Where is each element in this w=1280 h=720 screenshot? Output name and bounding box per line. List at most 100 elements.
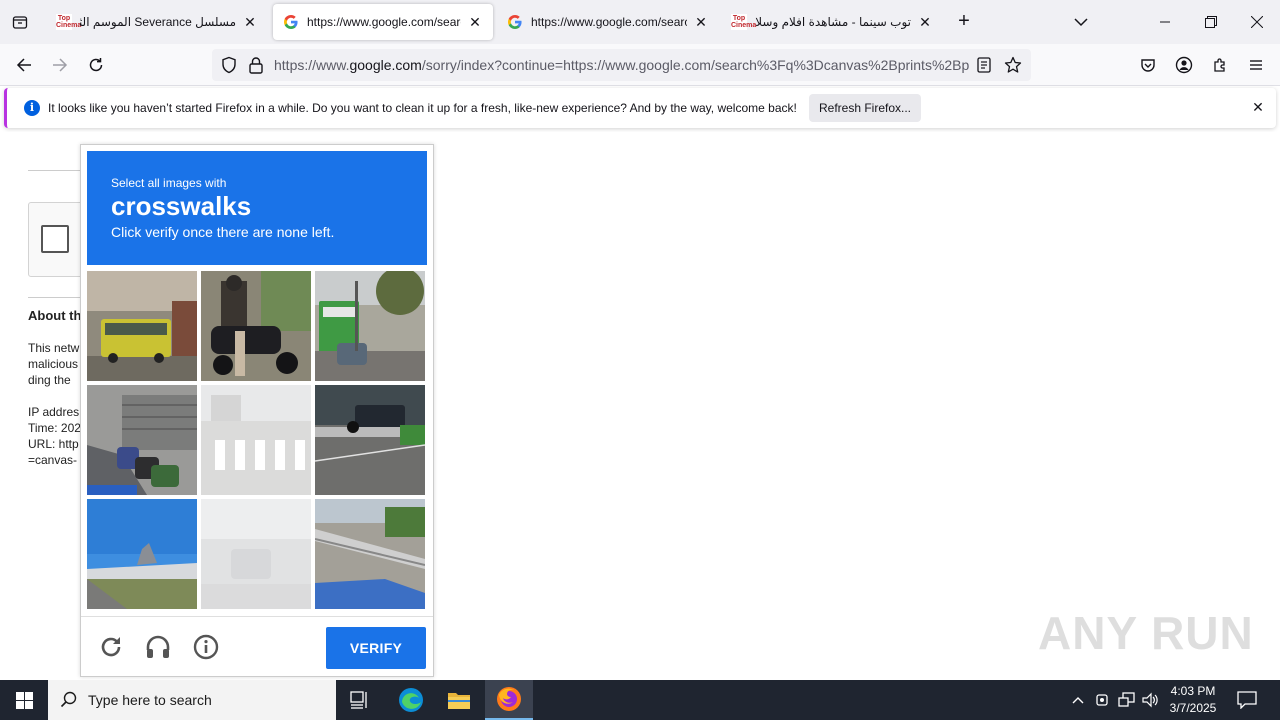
audio-challenge-button[interactable] <box>142 631 174 663</box>
speaker-icon <box>1142 692 1158 708</box>
clock-date: 3/7/2025 <box>1169 701 1217 715</box>
info-circle-icon <box>193 634 219 660</box>
tab-severance[interactable]: Top Cinema مسلسل Severance الموسم الثان … <box>46 4 268 40</box>
edge-icon <box>399 688 423 712</box>
challenge-instruction: Select all images with <box>111 176 227 190</box>
task-view-button[interactable] <box>336 680 384 720</box>
tab-list-icon <box>12 16 28 29</box>
recaptcha-checkbox-widget <box>28 202 88 277</box>
url-path: /sorry/index?continue=https://www.google… <box>421 57 970 73</box>
tab-google-active[interactable]: https://www.google.com/search ✕ <box>273 4 493 40</box>
close-notification-icon[interactable]: ✕ <box>1250 99 1266 115</box>
reload-challenge-button[interactable] <box>95 631 127 663</box>
bookmark-star-icon[interactable] <box>1004 56 1022 74</box>
notification-icon <box>1237 691 1257 709</box>
task-view-icon <box>350 691 367 709</box>
forward-button[interactable] <box>46 51 74 79</box>
tile-street-cyclist[interactable] <box>315 385 425 495</box>
tab-overflow-button[interactable] <box>1070 12 1092 32</box>
tab-title: https://www.google.com/search <box>531 15 687 29</box>
divider <box>28 297 88 298</box>
notification-message: It looks like you haven’t started Firefo… <box>48 101 797 115</box>
top-cinema-icon: Top Cinema <box>731 14 757 30</box>
body-line: ding the <box>28 373 71 387</box>
tile-yellow-bus[interactable] <box>87 271 197 381</box>
info-icon: i <box>24 100 40 116</box>
account-button[interactable] <box>1170 51 1198 79</box>
address-bar[interactable]: https://www.google.com/sorry/index?conti… <box>212 49 1031 81</box>
reload-icon <box>101 637 121 657</box>
tab-title: https://www.google.com/search <box>307 15 461 29</box>
start-button[interactable] <box>0 680 48 720</box>
tab-top-cinema[interactable]: Top Cinema توب سينما - مشاهدة افلام وسلا… <box>721 4 943 40</box>
refresh-firefox-notification: i It looks like you haven’t started Fire… <box>4 88 1276 128</box>
windows-taskbar: Type here to search 4:03 PM 3/7/2025 <box>0 680 1280 720</box>
tile-road-railing[interactable] <box>315 499 425 609</box>
minimize-icon <box>1160 21 1170 23</box>
divider <box>28 170 88 171</box>
taskbar-edge[interactable] <box>387 680 435 720</box>
reload-icon <box>89 58 103 72</box>
close-window-button[interactable] <box>1234 0 1280 44</box>
tile-parked-scooters[interactable] <box>87 385 197 495</box>
forward-arrow-icon <box>53 58 68 72</box>
taskbar-firefox[interactable] <box>485 680 533 720</box>
google-icon <box>507 14 523 30</box>
firefox-icon <box>497 687 521 711</box>
taskbar-search-box[interactable]: Type here to search <box>48 680 336 720</box>
tile-motorcyclist[interactable] <box>201 271 311 381</box>
folder-icon <box>448 693 470 709</box>
search-icon <box>60 691 77 708</box>
headphones-icon <box>146 635 170 658</box>
reload-button[interactable] <box>82 51 110 79</box>
recaptcha-checkbox[interactable] <box>41 225 69 253</box>
tile-highway-sky[interactable] <box>87 499 197 609</box>
tray-meet-now[interactable] <box>1094 692 1112 708</box>
help-button[interactable] <box>190 631 222 663</box>
back-button[interactable] <box>10 51 38 79</box>
tile-crosswalk-faded[interactable] <box>201 385 311 495</box>
url-text[interactable]: https://www.google.com/sorry/index?conti… <box>274 57 970 73</box>
restore-button[interactable] <box>1188 0 1234 44</box>
tab-strip: Top Cinema مسلسل Severance الموسم الثان … <box>0 0 1280 44</box>
tile-faded-street[interactable] <box>201 499 311 609</box>
chevron-down-icon <box>1074 18 1088 27</box>
network-icon <box>1118 692 1135 707</box>
tab-list-button[interactable] <box>6 8 34 36</box>
extensions-button[interactable] <box>1206 51 1234 79</box>
back-arrow-icon <box>16 58 31 72</box>
top-cinema-icon: Top Cinema <box>56 14 82 30</box>
close-tab-icon[interactable]: ✕ <box>467 14 483 30</box>
body-line: URL: http <box>28 437 79 451</box>
lock-icon[interactable] <box>248 56 264 74</box>
body-line: IP addres <box>28 405 80 419</box>
chevron-up-icon <box>1072 697 1084 704</box>
url-prefix: https://www. <box>274 57 350 73</box>
taskbar-clock[interactable]: 4:03 PM 3/7/2025 <box>1160 683 1226 717</box>
action-center-button[interactable] <box>1234 688 1260 712</box>
url-host: google.com <box>349 57 422 73</box>
new-tab-button[interactable]: + <box>952 10 976 34</box>
taskbar-file-explorer[interactable] <box>435 680 483 720</box>
body-line: Time: 202 <box>28 421 81 435</box>
clock-time: 4:03 PM <box>1170 684 1216 698</box>
close-tab-icon[interactable]: ✕ <box>693 14 709 30</box>
tray-network[interactable] <box>1118 692 1136 708</box>
hamburger-menu-icon <box>1250 60 1262 70</box>
verify-button[interactable]: VERIFY <box>326 627 426 669</box>
close-tab-icon[interactable]: ✕ <box>242 14 258 30</box>
refresh-firefox-button[interactable]: Refresh Firefox... <box>809 94 921 122</box>
minimize-button[interactable] <box>1142 0 1188 44</box>
close-tab-icon[interactable]: ✕ <box>917 14 933 30</box>
tracking-shield-icon[interactable] <box>220 56 238 74</box>
show-hidden-icons[interactable] <box>1069 692 1087 708</box>
recaptcha-challenge: Select all images with crosswalks Click … <box>80 144 434 677</box>
menu-button[interactable] <box>1242 51 1270 79</box>
watermark-logo: ANY RUN <box>1038 607 1254 659</box>
tray-volume[interactable] <box>1142 692 1160 708</box>
pocket-button[interactable] <box>1134 51 1162 79</box>
tile-green-bus[interactable] <box>315 271 425 381</box>
camera-icon <box>1096 694 1108 706</box>
reader-view-icon[interactable] <box>976 56 992 74</box>
tab-google[interactable]: https://www.google.com/search ✕ <box>497 4 719 40</box>
